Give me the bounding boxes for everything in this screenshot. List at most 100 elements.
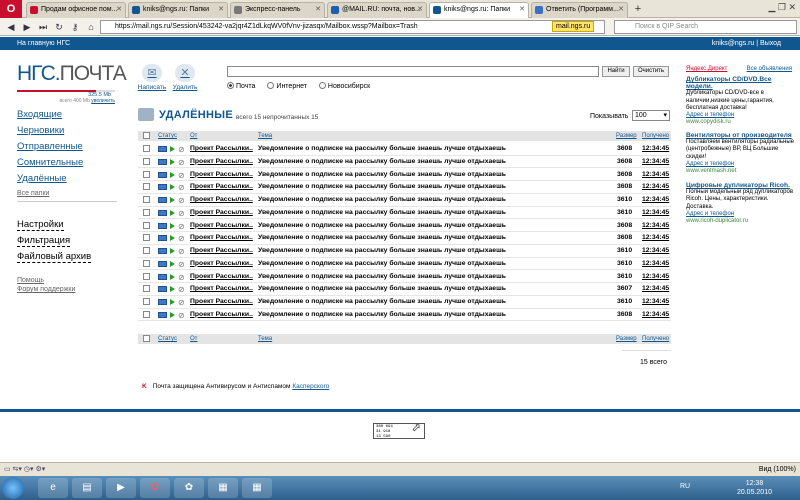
- scope-internet-radio[interactable]: Интернет: [267, 82, 307, 90]
- row-checkbox[interactable]: [143, 259, 150, 267]
- folder-sent[interactable]: Отправленные: [17, 141, 83, 152]
- subject-text[interactable]: Уведомление о подписке на рассылку больш…: [258, 271, 506, 283]
- sender-link[interactable]: Проект Рассылки..: [190, 258, 253, 270]
- url-input[interactable]: https://mail.ngs.ru/Session/453242-va2jq…: [100, 20, 605, 34]
- ad-title[interactable]: Дубликаторы CD/DVD.Все модели.: [686, 76, 796, 90]
- ad-contact-link[interactable]: Адрес и телефон: [686, 161, 796, 168]
- app-icon[interactable]: ▦: [242, 478, 272, 498]
- table-row[interactable]: ⊘ Проект Рассылки.. Уведомление о подписке…: [138, 194, 671, 207]
- ad-url[interactable]: www.ricoh-duplicator.ru: [686, 218, 796, 225]
- ad-url[interactable]: www.copydisk.ru: [686, 119, 796, 126]
- close-tab-icon[interactable]: ✕: [519, 3, 525, 17]
- table-row[interactable]: ⊘ Проект Рассылки.. Уведомление о подписке…: [138, 156, 671, 169]
- mail-search-input[interactable]: [227, 66, 599, 77]
- subject-text[interactable]: Уведомление о подписке на рассылку больш…: [258, 143, 506, 155]
- col-from[interactable]: От: [190, 334, 197, 344]
- sender-link[interactable]: Проект Рассылки..: [190, 194, 253, 206]
- secure-site-badge[interactable]: mail.ngs.ru: [552, 21, 595, 32]
- folder-inbox[interactable]: Входящие: [17, 109, 62, 120]
- received-time[interactable]: 12:34:45: [642, 207, 669, 219]
- sender-link[interactable]: Проект Рассылки..: [190, 169, 253, 181]
- clock[interactable]: 12:38 20.05.2010: [737, 479, 772, 497]
- table-row[interactable]: ⊘ Проект Рассылки.. Уведомление о подписке…: [138, 220, 671, 233]
- row-checkbox[interactable]: [143, 145, 150, 152]
- subject-text[interactable]: Уведомление о подписке на рассылку больш…: [258, 194, 506, 206]
- col-status[interactable]: Статус: [158, 334, 177, 344]
- row-checkbox[interactable]: [143, 285, 150, 293]
- col-received[interactable]: Получено: [642, 334, 669, 344]
- file-archive-link[interactable]: Файловый архив: [17, 251, 92, 263]
- received-time[interactable]: 12:34:45: [642, 181, 669, 193]
- row-checkbox[interactable]: [143, 234, 150, 242]
- browser-tab[interactable]: kniks@ngs.ru: Папки ✕: [128, 2, 228, 18]
- quota-increase-link[interactable]: увеличить: [91, 98, 115, 104]
- ad-contact-link[interactable]: Адрес и телефон: [686, 211, 796, 218]
- zoom-control[interactable]: Вид (100%): [759, 463, 796, 476]
- explorer-icon[interactable]: ▤: [72, 478, 102, 498]
- received-time[interactable]: 12:34:45: [642, 283, 669, 295]
- browser-search-input[interactable]: Поиск в QIP Search: [614, 20, 797, 34]
- sender-link[interactable]: Проект Рассылки..: [190, 296, 253, 308]
- subject-text[interactable]: Уведомление о подписке на рассылку больш…: [258, 207, 506, 219]
- close-tab-icon[interactable]: ✕: [116, 3, 122, 17]
- sender-link[interactable]: Проект Рассылки..: [190, 207, 253, 219]
- col-subject[interactable]: Тема: [258, 131, 272, 141]
- received-time[interactable]: 12:34:45: [642, 245, 669, 257]
- clear-button[interactable]: Очистить: [633, 66, 669, 77]
- browser-tab[interactable]: @MAIL.RU: почта, нов... ✕: [327, 2, 427, 18]
- sender-link[interactable]: Проект Рассылки..: [190, 156, 253, 168]
- language-indicator[interactable]: RU: [680, 483, 690, 490]
- scope-mail-radio[interactable]: Почта: [227, 82, 255, 90]
- media-player-icon[interactable]: ▶: [106, 478, 136, 498]
- support-forum-link[interactable]: Форум поддержки: [17, 286, 75, 293]
- sender-link[interactable]: Проект Рассылки..: [190, 220, 253, 232]
- settings-link[interactable]: Настройки: [17, 219, 64, 231]
- browser-tab[interactable]: Экспресс-панель ✕: [230, 2, 325, 18]
- visit-counter[interactable]: 380 094 31 918 13 590 ⬀: [373, 422, 425, 439]
- folder-trash[interactable]: Удалённые: [17, 173, 67, 184]
- received-time[interactable]: 12:34:45: [642, 232, 669, 244]
- opera-taskbar-icon[interactable]: O: [140, 478, 170, 498]
- subject-text[interactable]: Уведомление о подписке на рассылку больш…: [258, 309, 506, 321]
- page-size-select[interactable]: 100: [632, 110, 670, 121]
- received-time[interactable]: 12:34:45: [642, 156, 669, 168]
- row-checkbox[interactable]: [143, 208, 150, 216]
- logout-link[interactable]: Выход: [760, 40, 781, 47]
- sender-link[interactable]: Проект Рассылки..: [190, 271, 253, 283]
- ngs-mail-logo[interactable]: НГС.ПОЧТА: [17, 62, 127, 86]
- received-time[interactable]: 12:34:45: [642, 309, 669, 321]
- table-row[interactable]: ⊘ Проект Рассылки.. Уведомление о подписке…: [138, 296, 671, 309]
- row-checkbox[interactable]: [143, 298, 150, 305]
- table-row[interactable]: ⊘ Проект Рассылки.. Уведомление о подписке…: [138, 143, 671, 156]
- app-icon[interactable]: ▦: [208, 478, 238, 498]
- scope-novosibirsk-radio[interactable]: Новосибирск: [318, 82, 370, 90]
- status-panel-icons[interactable]: ▭ ⇆▾ ◷▾ ⚙▾: [4, 463, 45, 476]
- all-ads-link[interactable]: Все объявления: [747, 66, 792, 73]
- forward-icon[interactable]: ▶: [20, 20, 34, 34]
- sender-link[interactable]: Проект Рассылки..: [190, 181, 253, 193]
- qip-icon[interactable]: ✿: [174, 478, 204, 498]
- sender-link[interactable]: Проект Рассылки..: [190, 232, 253, 244]
- col-from[interactable]: От: [190, 131, 197, 141]
- window-controls[interactable]: ▁ ❐ ✕: [768, 2, 796, 13]
- received-time[interactable]: 12:34:45: [642, 143, 669, 155]
- subject-text[interactable]: Уведомление о подписке на рассылку больш…: [258, 258, 506, 270]
- col-subject[interactable]: Тема: [258, 334, 272, 344]
- received-time[interactable]: 12:34:45: [642, 258, 669, 270]
- col-status[interactable]: Статус: [158, 131, 177, 141]
- all-folders-link[interactable]: Все папки: [17, 190, 49, 197]
- col-size[interactable]: Размер: [616, 131, 637, 141]
- sender-link[interactable]: Проект Рассылки..: [190, 143, 253, 155]
- browser-tab[interactable]: Продам офисное пом... ✕: [26, 2, 126, 18]
- ad-contact-link[interactable]: Адрес и телефон: [686, 112, 796, 119]
- close-tab-icon[interactable]: ✕: [417, 3, 423, 17]
- sender-link[interactable]: Проект Рассылки..: [190, 283, 253, 295]
- folder-spam[interactable]: Сомнительные: [17, 157, 83, 168]
- table-row[interactable]: ⊘ Проект Рассылки.. Уведомление о подписке…: [138, 283, 671, 296]
- subject-text[interactable]: Уведомление о подписке на рассылку больш…: [258, 156, 506, 168]
- filtering-link[interactable]: Фильтрация: [17, 235, 71, 247]
- yandex-direct-link[interactable]: Яндекс.Директ: [686, 66, 727, 72]
- table-row[interactable]: ⊘ Проект Рассылки.. Уведомление о подписке…: [138, 169, 671, 182]
- subject-text[interactable]: Уведомление о подписке на рассылку больш…: [258, 283, 506, 295]
- browser-tab-active[interactable]: kniks@ngs.ru: Папки ✕: [429, 2, 529, 18]
